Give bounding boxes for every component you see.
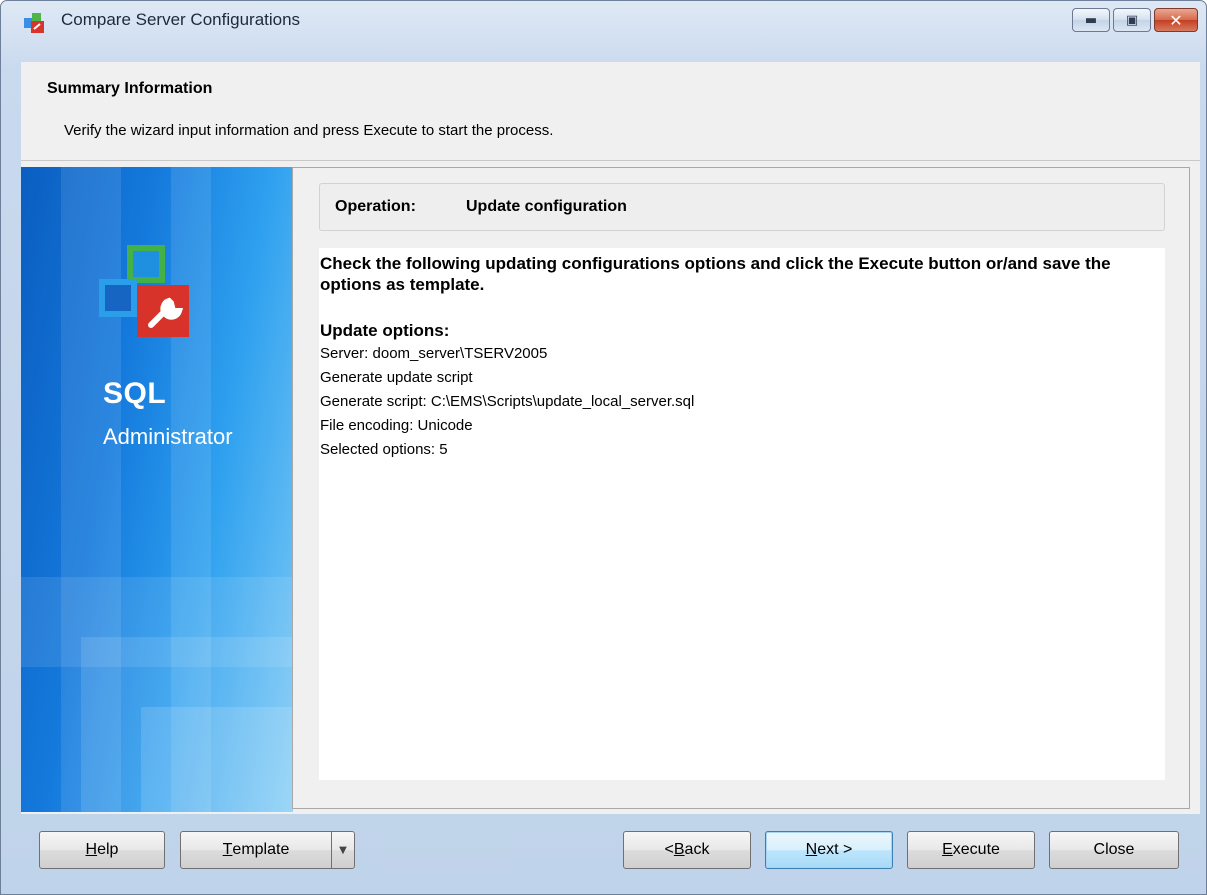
summary-heading: Check the following updating configurati…	[320, 254, 1111, 294]
compare-app-icon	[24, 13, 44, 33]
wizard-window: Compare Server Configurations ▬ ▣ ✕ Summ…	[0, 0, 1207, 895]
banner-product-title: SQL	[103, 377, 167, 410]
close-icon: ✕	[1169, 10, 1183, 30]
template-button[interactable]: Template	[180, 831, 332, 869]
summary-line: Generate update script	[320, 369, 473, 386]
summary-line: File encoding: Unicode	[320, 417, 473, 434]
help-button[interactable]: Help	[39, 831, 165, 869]
summary-line: Generate script: C:\EMS\Scripts\update_l…	[320, 393, 695, 410]
close-label: Close	[1093, 841, 1135, 858]
step-description: Verify the wizard input information and …	[64, 122, 554, 139]
execute-hotkey: E	[942, 841, 953, 858]
back-prefix: <	[664, 841, 674, 858]
minimize-icon: ▬	[1084, 12, 1098, 28]
step-title: Summary Information	[47, 80, 213, 97]
next-button[interactable]: Next >	[765, 831, 893, 869]
summary-line: Selected options: 5	[320, 441, 448, 458]
wizard-header: Summary Information Verify the wizard in…	[21, 62, 1200, 161]
maximize-button[interactable]: ▣	[1113, 8, 1151, 32]
next-label: ext >	[817, 841, 853, 858]
banner-product-subtitle: Administrator	[103, 424, 233, 449]
chevron-down-icon: ▼	[339, 844, 347, 856]
back-hotkey: B	[673, 841, 685, 858]
update-options-title: Update options:	[320, 321, 450, 340]
summary-line: Server: doom_server\TSERV2005	[320, 345, 548, 362]
back-button[interactable]: < Back	[623, 831, 751, 869]
back-label: ack	[684, 841, 710, 858]
help-label: elp	[97, 841, 119, 858]
side-banner: SQL Administrator	[21, 167, 293, 812]
execute-label: xecute	[952, 841, 1000, 858]
help-hotkey: H	[85, 841, 98, 858]
window-title: Compare Server Configurations	[61, 10, 301, 29]
close-window-button[interactable]: ✕	[1154, 8, 1198, 32]
minimize-button[interactable]: ▬	[1072, 8, 1110, 32]
execute-button[interactable]: Execute	[907, 831, 1035, 869]
operation-value: Update configuration	[466, 198, 627, 215]
operation-box: Operation: Update configuration	[319, 183, 1165, 231]
next-hotkey: N	[805, 841, 818, 858]
template-hotkey: T	[222, 841, 233, 858]
wizard-body: SQL Administrator Operation: Update conf…	[21, 161, 1200, 814]
summary-text-area: Check the following updating configurati…	[319, 248, 1165, 780]
operation-label: Operation:	[335, 198, 416, 215]
sql-administrator-logo-icon	[99, 245, 189, 337]
content-panel: Operation: Update configuration Check th…	[292, 167, 1190, 809]
title-bar[interactable]: Compare Server Configurations ▬ ▣ ✕	[1, 1, 1206, 41]
caption-buttons: ▬ ▣ ✕	[1072, 8, 1198, 32]
close-button[interactable]: Close	[1049, 831, 1179, 869]
maximize-icon: ▣	[1125, 12, 1139, 28]
template-dropdown-button[interactable]: ▼	[331, 831, 355, 869]
template-label: emplate	[232, 841, 290, 858]
